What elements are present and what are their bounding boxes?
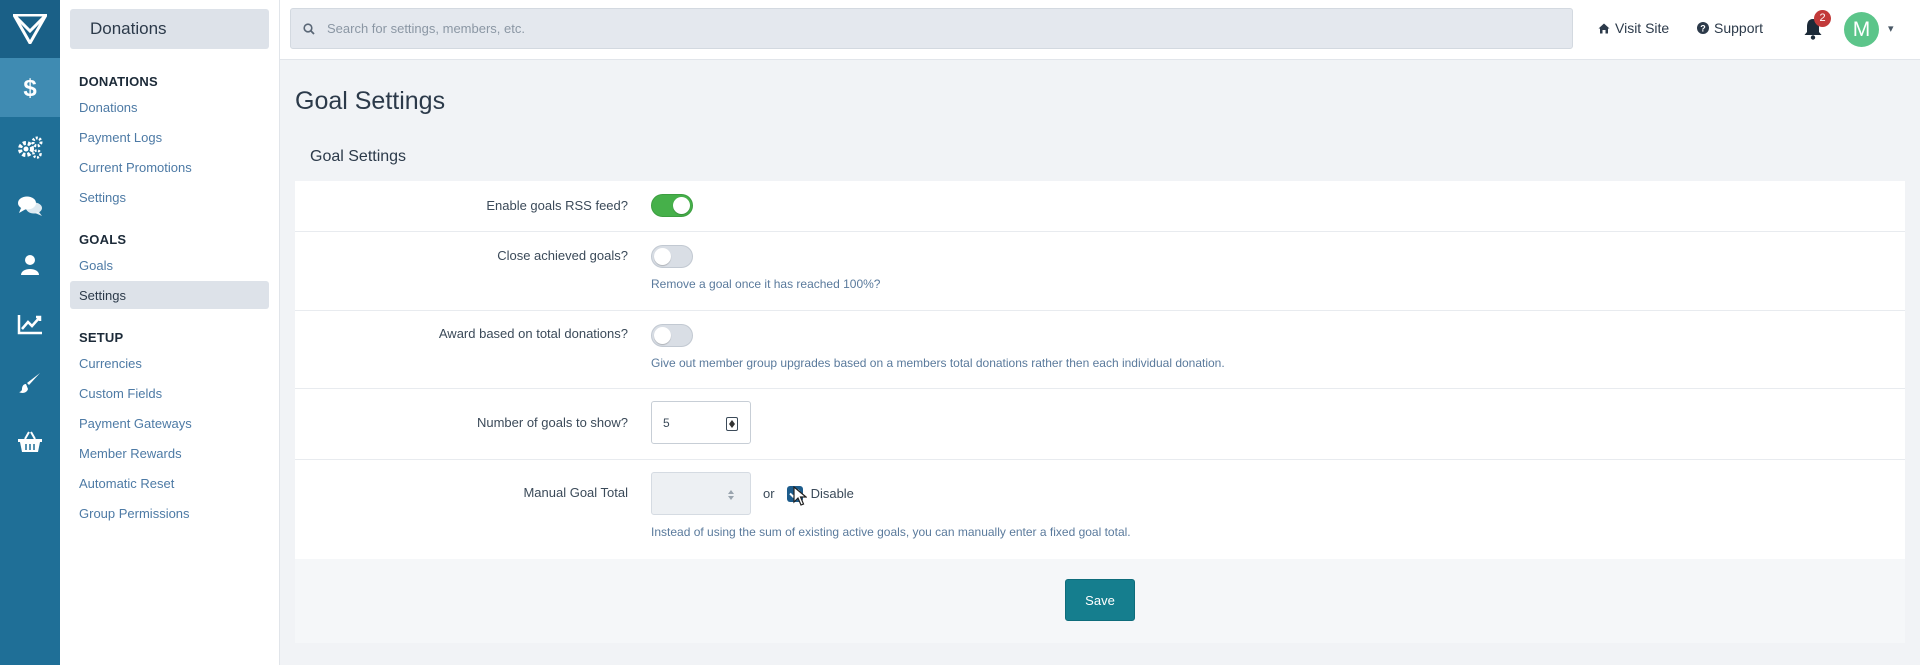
visit-site-label: Visit Site xyxy=(1615,20,1670,36)
or-label: or xyxy=(763,486,775,501)
rail-item-store[interactable] xyxy=(0,412,60,471)
main-content: Goal Settings Goal Settings Enable goals… xyxy=(295,60,1905,643)
sidebar-item-custom-fields[interactable]: Custom Fields xyxy=(70,379,269,407)
setting-row-close-goals: Close achieved goals? Remove a goal once… xyxy=(295,231,1905,310)
avatar[interactable]: M xyxy=(1844,12,1879,47)
search-box[interactable] xyxy=(290,8,1573,49)
save-button[interactable]: Save xyxy=(1065,579,1135,621)
sidebar-item-payment-logs[interactable]: Payment Logs xyxy=(70,123,269,151)
support-link[interactable]: ? Support xyxy=(1697,20,1763,36)
mouse-cursor-icon xyxy=(793,486,807,506)
sidebar-heading: GOALS xyxy=(79,232,127,247)
question-circle-icon: ? xyxy=(1697,22,1709,34)
help-text: Remove a goal once it has reached 100%? xyxy=(651,277,881,291)
spinner-arrows-icon[interactable] xyxy=(726,417,738,431)
rail-item-stats[interactable] xyxy=(0,294,60,353)
setting-row-number-of-goals: Number of goals to show? 5 xyxy=(295,388,1905,459)
chevron-down-icon[interactable]: ▾ xyxy=(1888,22,1894,35)
manual-goal-total-input[interactable] xyxy=(651,472,751,515)
rss-feed-toggle[interactable] xyxy=(651,194,693,217)
help-text: Instead of using the sum of existing act… xyxy=(651,525,1131,539)
paint-brush-icon xyxy=(19,372,40,393)
search-input[interactable] xyxy=(327,21,1527,36)
dollar-icon: $ xyxy=(23,75,37,101)
spinner-arrows-icon xyxy=(726,488,738,502)
home-icon xyxy=(1598,23,1610,33)
app-logo[interactable] xyxy=(0,0,60,58)
rail-item-messages[interactable] xyxy=(0,176,60,235)
sidebar-item-current-promotions[interactable]: Current Promotions xyxy=(70,153,269,181)
icon-rail: $ xyxy=(0,0,60,665)
help-text: Give out member group upgrades based on … xyxy=(651,356,1225,370)
setting-label: Close achieved goals? xyxy=(497,248,628,263)
sidebar-item-payment-gateways[interactable]: Payment Gateways xyxy=(70,409,269,437)
goals-count-stepper[interactable]: 5 xyxy=(651,401,751,444)
setting-label: Award based on total donations? xyxy=(438,326,628,341)
rail-item-members[interactable] xyxy=(0,235,60,294)
sidebar-item-automatic-reset[interactable]: Automatic Reset xyxy=(70,469,269,497)
sidebar-title: Donations xyxy=(70,9,269,49)
close-goals-toggle[interactable] xyxy=(651,245,693,268)
rail-item-settings[interactable] xyxy=(0,117,60,176)
sidebar-item-member-rewards[interactable]: Member Rewards xyxy=(70,439,269,467)
sidebar-item-currencies[interactable]: Currencies xyxy=(70,349,269,377)
award-total-toggle[interactable] xyxy=(651,324,693,347)
sidebar-heading: SETUP xyxy=(79,330,124,345)
setting-label: Enable goals RSS feed? xyxy=(486,198,628,213)
gears-icon xyxy=(18,136,43,159)
secondary-sidebar: Donations DONATIONS Donations Payment Lo… xyxy=(60,0,280,665)
sidebar-group-goals: GOALS Goals Settings xyxy=(60,229,279,309)
visit-site-link[interactable]: Visit Site xyxy=(1598,20,1669,36)
setting-label: Number of goals to show? xyxy=(476,415,628,430)
top-bar: Visit Site ? Support 2 M ▾ xyxy=(280,0,1920,60)
svg-text:?: ? xyxy=(1700,24,1706,34)
sidebar-item-donation-settings[interactable]: Settings xyxy=(70,183,269,211)
form-footer: Save xyxy=(295,559,1905,643)
setting-row-award: Award based on total donations? Give out… xyxy=(295,310,1905,388)
rail-item-donations[interactable]: $ xyxy=(0,58,60,117)
rail-item-appearance[interactable] xyxy=(0,353,60,412)
setting-label: Manual Goal Total xyxy=(523,485,628,500)
notification-badge: 2 xyxy=(1814,10,1831,27)
goals-count-value: 5 xyxy=(663,416,670,430)
sidebar-group-setup: SETUP Currencies Custom Fields Payment G… xyxy=(60,327,279,527)
setting-row-manual-total: Manual Goal Total or Disable Instead of … xyxy=(295,459,1905,559)
disable-checkbox-label[interactable]: Disable xyxy=(811,486,854,501)
sidebar-item-goal-settings[interactable]: Settings xyxy=(70,281,269,309)
search-icon xyxy=(303,22,315,35)
user-icon xyxy=(21,254,39,275)
page-title: Goal Settings xyxy=(295,87,446,115)
sidebar-heading: DONATIONS xyxy=(79,74,158,89)
basket-icon xyxy=(18,431,42,452)
svg-text:$: $ xyxy=(23,75,37,101)
sidebar-item-group-permissions[interactable]: Group Permissions xyxy=(70,499,269,527)
support-label: Support xyxy=(1714,20,1764,36)
setting-row-rss: Enable goals RSS feed? xyxy=(295,181,1905,231)
sidebar-item-donations[interactable]: Donations xyxy=(70,93,269,121)
sidebar-group-donations: DONATIONS Donations Payment Logs Current… xyxy=(60,71,279,211)
line-chart-icon xyxy=(17,314,42,334)
settings-panel: Enable goals RSS feed? Close achieved go… xyxy=(295,181,1905,559)
logo-icon xyxy=(13,14,47,44)
comments-icon xyxy=(18,196,42,216)
sidebar-item-goals[interactable]: Goals xyxy=(70,251,269,279)
panel-title: Goal Settings xyxy=(310,148,407,165)
